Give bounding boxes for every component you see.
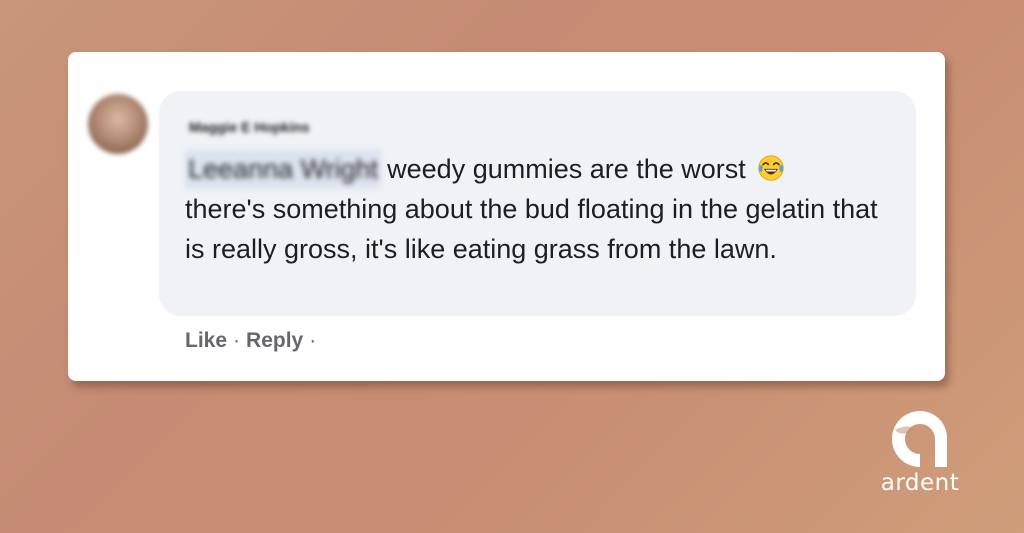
like-button[interactable]: Like	[185, 329, 227, 352]
brand-name: ardent	[880, 470, 960, 496]
reply-button[interactable]: Reply	[246, 329, 303, 352]
brand-logo: ardent	[880, 408, 960, 498]
comment-card: Maggie E Hopkins Leeanna Wright weedy gum…	[68, 52, 945, 381]
mention-link[interactable]: Leeanna Wright	[185, 149, 382, 189]
comment-bubble: Maggie E Hopkins Leeanna Wright weedy gum…	[159, 91, 916, 316]
action-separator: ·	[309, 329, 317, 352]
comment-text: Leeanna Wright weedy gummies are the wors…	[185, 149, 895, 269]
ardent-logo-icon	[892, 411, 947, 467]
author-name[interactable]: Maggie E Hopkins	[189, 119, 310, 135]
action-separator: ·	[233, 329, 241, 352]
avatar[interactable]	[88, 94, 148, 154]
laughing-emoji-icon	[758, 155, 784, 181]
comment-text-line1: weedy gummies are the worst	[387, 154, 746, 184]
comment-actions: Like · Reply ·	[185, 329, 322, 353]
comment-text-rest: there's something about the bud floating…	[185, 194, 878, 264]
